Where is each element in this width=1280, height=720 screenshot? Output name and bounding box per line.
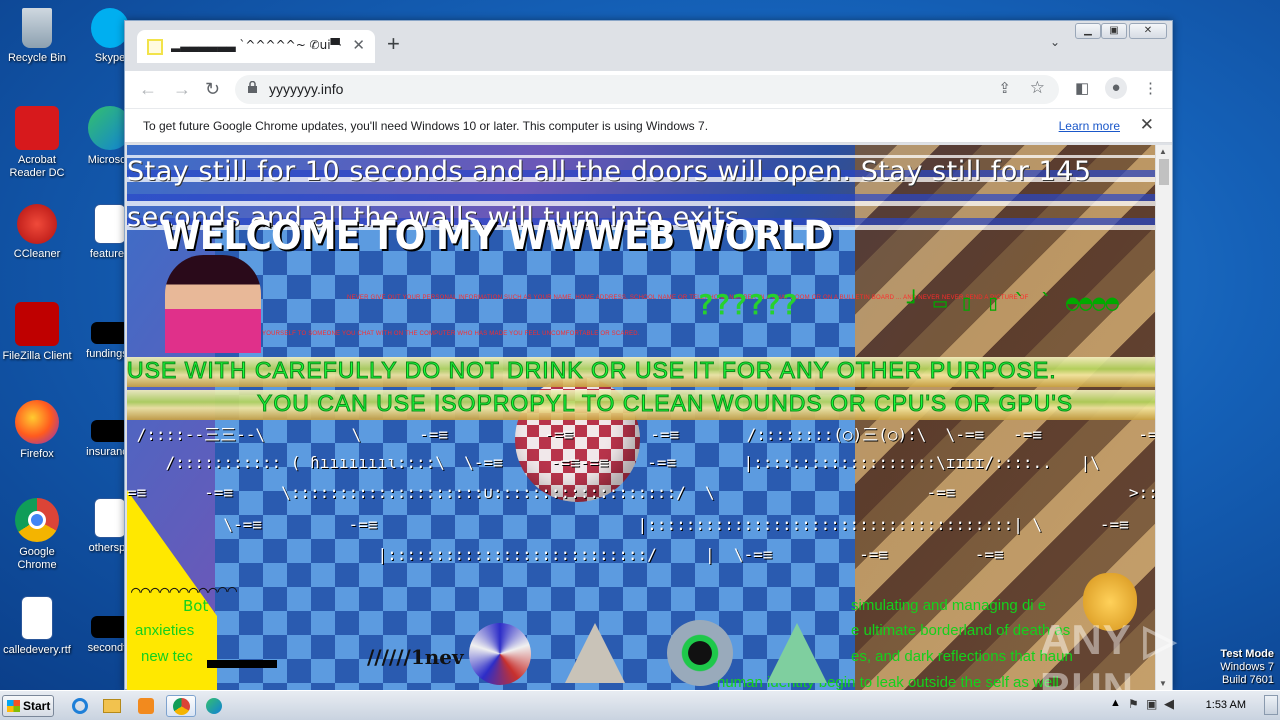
tab-strip: ▂▃▃▃▃▃▃ `^^^^^~ ✆ui▀┐ ✕ + ⌄ ▁ ▣ ✕ [125,21,1172,71]
infobar-message: To get future Google Chrome updates, you… [143,119,709,133]
filezilla-icon[interactable]: FileZilla Client [1,302,73,363]
file-explorer-icon[interactable] [100,695,124,717]
internet-explorer-icon[interactable] [68,695,92,717]
desktop-icon-label: Firefox [20,448,54,460]
close-infobar-icon[interactable]: ✕ [1140,115,1154,135]
forward-icon[interactable]: → [173,78,191,100]
desktop-icon-label: CCleaner [13,248,61,260]
share-icon[interactable]: ⇪ [998,79,1011,97]
learn-more-link[interactable]: Learn more [1059,119,1120,133]
question-marks-text: ?????? [697,288,799,321]
safety-warning-line2: YOURSELF TO SOMEONE YOU CHAT WITH ON THE… [262,331,640,337]
green-text-right-2: e ultimate borderland of death as [851,622,1071,639]
windows-version-line: Windows 7 [1220,661,1274,673]
new-tab-button[interactable]: + [387,33,400,55]
tab-title: ▂▃▃▃▃▃▃ `^^^^^~ ✆ui▀┐ [171,38,341,52]
browser-tab[interactable]: ▂▃▃▃▃▃▃ `^^^^^~ ✆ui▀┐ ✕ [137,30,375,63]
green-text-left-1: Bot [183,597,209,615]
show-hidden-icons[interactable]: ▲ [1110,697,1121,709]
volume-icon[interactable]: ◀ [1164,696,1174,712]
isopropyl-text: YOU CAN USE ISOPROPYL TO CLEAN WOUNDS OR… [256,390,1074,417]
start-button[interactable]: Start [2,695,54,717]
taskbar: Start ▲ ⚑ ▣ ◀ 1:53 AM [0,690,1280,720]
network-icon[interactable]: ▣ [1146,697,1157,711]
test-mode-notice: Test Mode Windows 7 Build 7601 [1220,648,1274,687]
scrollbar-thumb[interactable] [1159,159,1169,185]
ring-image[interactable] [667,620,733,686]
update-infobar: To get future Google Chrome updates, you… [125,108,1172,143]
edge-taskbar-icon[interactable] [202,695,226,717]
green-text-left-2: anxieties [135,622,195,639]
build-line: Build 7601 [1222,674,1274,686]
recycle-bin-icon[interactable]: Recycle Bin [1,8,73,65]
action-center-icon[interactable]: ⚑ [1128,697,1139,711]
chrome-taskbar-icon[interactable] [166,695,196,717]
acrobat-reader-icon[interactable]: Acrobat Reader DC [1,106,73,180]
ascii-art-line: =≡ -=≡ \::::::::::::::::::::∪:::::::::::… [127,483,1155,502]
address-bar[interactable]: yyyyyyy.info ⇪ ☆ [235,75,1059,104]
show-desktop-button[interactable] [1264,695,1278,715]
black-bar [207,660,277,668]
close-tab-icon[interactable]: ✕ [352,36,365,54]
word-document-icon[interactable]: calledevery.rtf [1,596,73,657]
minimize-button[interactable]: ▁ [1075,23,1101,39]
pyramid-image[interactable] [767,623,827,683]
disco-orb-image[interactable] [469,623,531,685]
close-window-button[interactable]: ✕ [1129,23,1167,39]
system-tray: ▲ ⚑ ▣ ◀ 1:53 AM [1100,691,1280,720]
tab-search-icon[interactable]: ⌄ [1050,35,1060,49]
use-carefully-text: USE WITH CAREFULLY DO NOT DRINK OR USE I… [127,357,1057,384]
bookmark-star-icon[interactable]: ☆ [1030,78,1045,98]
chrome-window: ▂▃▃▃▃▃▃ `^^^^^~ ✆ui▀┐ ✕ + ⌄ ▁ ▣ ✕ ← → ↻ … [124,20,1173,690]
restore-button[interactable]: ▣ [1101,23,1127,39]
side-panel-icon[interactable]: ◧ [1075,79,1089,97]
desktop-icon-label: Google Chrome [17,546,57,571]
slashes-text: //////1nev [367,645,464,669]
url-text: yyyyyyy.info [269,81,344,97]
desktop-icon-label: Acrobat Reader DC [9,154,65,179]
green-text-left-3: new tec [141,648,193,665]
media-player-icon[interactable] [134,695,158,717]
ccleaner-icon[interactable]: CCleaner [1,204,73,261]
ascii-art-line: \-=≡ -=≡ |::::::::::::::::::::::::::::::… [223,515,1129,534]
windows-flag-icon [7,700,20,712]
welcome-heading: WELCOME TO MY WWWEB WORLD [161,213,833,259]
test-mode-line: Test Mode [1220,648,1274,660]
google-chrome-icon[interactable]: Google Chrome [1,498,73,572]
clock[interactable]: 1:53 AM [1206,699,1246,711]
web-page[interactable]: Stay still for 10 seconds and all the do… [127,145,1155,690]
profile-icon[interactable]: ● [1105,77,1127,99]
desktop-icon-label: Recycle Bin [7,52,67,64]
lock-icon [248,81,257,93]
reload-icon[interactable]: ↻ [205,78,220,100]
desktop-icon-label: calledevery.rtf [3,644,71,656]
start-label: Start [23,699,51,713]
ascii-art-line: /::::::::::: ( ɦıııııııɩ::::\ \-=≡ -=≡-=… [165,453,1100,472]
ascii-art-line: |:::::::::::::::::::::::::::/ | \-=≡ -=≡… [377,545,1004,564]
pyramid-image[interactable] [565,623,625,683]
green-text-right-1: simulating and managing di e [851,597,1047,614]
page-scrollbar[interactable]: ▲ ▼ [1155,145,1172,690]
telephone-lady-image [165,255,261,353]
favicon-icon [147,39,163,55]
desktop-icon-label: FileZilla Client [2,350,72,362]
ascii-art-line: /::::--三三--\ \ -=≡ -=≡ -=≡ /::::::::(○)三… [127,425,1155,444]
green-symbols-text: ┘ ▭ ▯ ▯ ` ` ◓◓◓◓ [907,291,1119,316]
browser-toolbar: ← → ↻ yyyyyyy.info ⇪ ☆ ◧ ● ⋮ [125,71,1172,108]
back-icon[interactable]: ← [139,78,157,100]
menu-icon[interactable]: ⋮ [1143,79,1158,97]
scroll-up-icon[interactable]: ▲ [1159,147,1167,156]
firefox-icon[interactable]: Firefox [1,400,73,461]
